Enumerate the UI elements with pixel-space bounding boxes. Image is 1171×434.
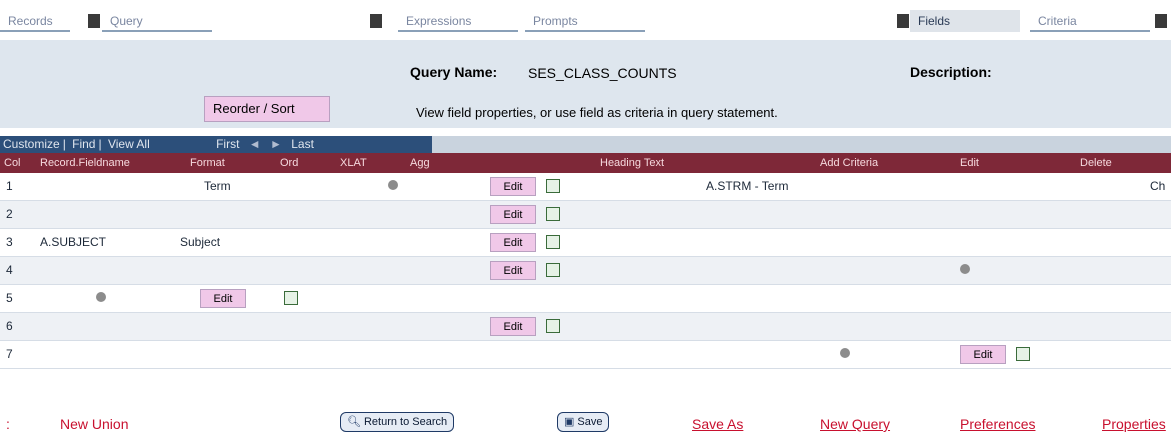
- column-header[interactable]: Edit: [960, 153, 1020, 173]
- query-name-label: Query Name:: [410, 64, 498, 80]
- description-label: Description:: [910, 64, 992, 80]
- tab-separator-icon: [897, 14, 909, 28]
- column-header[interactable]: Add Criteria: [820, 153, 920, 173]
- table-row: 7 Edit: [0, 341, 1171, 369]
- new-query-link[interactable]: New Query: [820, 416, 890, 432]
- footer-separator: :: [6, 416, 10, 432]
- floppy-disk-icon: ▣: [564, 416, 575, 428]
- tab-label: Prompts: [533, 14, 578, 28]
- pin-icon[interactable]: [96, 292, 106, 302]
- tab-separator-icon: [370, 14, 382, 28]
- pin-icon[interactable]: [840, 348, 850, 358]
- edit-button[interactable]: Edit: [490, 177, 536, 196]
- save-label: Save: [577, 416, 603, 428]
- table-row: 3 A.SUBJECT Subject Edit: [0, 229, 1171, 257]
- field-name: Term: [204, 179, 231, 193]
- table-row: 6 Edit: [0, 313, 1171, 341]
- heading-type: Ch: [1150, 179, 1166, 193]
- tab-criteria[interactable]: Criteria: [1030, 10, 1150, 32]
- col-number: 7: [6, 347, 13, 361]
- criteria-checkbox[interactable]: [546, 235, 560, 249]
- tab-expressions[interactable]: Expressions: [398, 10, 518, 32]
- save-as-link[interactable]: Save As: [692, 416, 743, 432]
- tab-label: Expressions: [406, 14, 472, 28]
- criteria-checkbox[interactable]: [546, 263, 560, 277]
- first-arrow-icon[interactable]: ◄: [249, 137, 261, 151]
- grid-header-row: Col Record.Fieldname Format Ord XLAT Agg…: [0, 153, 1171, 173]
- tab-query[interactable]: Query: [102, 10, 212, 32]
- tab-fields[interactable]: Fields: [910, 10, 1020, 32]
- criteria-checkbox[interactable]: [546, 207, 560, 221]
- criteria-checkbox[interactable]: [284, 291, 298, 305]
- table-row: 1 Term Edit A.STRM - Term Ch: [0, 173, 1171, 201]
- find-link[interactable]: Find: [72, 137, 95, 151]
- table-row: 2 Edit: [0, 201, 1171, 229]
- column-header[interactable]: Format: [190, 153, 270, 173]
- heading-text: Subject: [180, 235, 221, 249]
- table-row: 5 Edit: [0, 285, 1171, 313]
- last-link[interactable]: Last: [291, 137, 314, 151]
- edit-button[interactable]: Edit: [490, 261, 536, 280]
- instruction-text: View field properties, or use field as c…: [416, 105, 778, 120]
- query-header: Query Name: SES_CLASS_COUNTS Description…: [0, 40, 1171, 128]
- grid-nav-bar: Customize | Find | View All First ◄ ► Last: [0, 136, 432, 153]
- customize-link[interactable]: Customize: [3, 137, 60, 151]
- column-header[interactable]: Delete: [1080, 153, 1160, 173]
- pin-icon[interactable]: [388, 180, 398, 190]
- edit-button[interactable]: Edit: [490, 233, 536, 252]
- last-arrow-icon[interactable]: ►: [270, 137, 282, 151]
- return-to-search-button[interactable]: 🔍︎ Return to Search: [340, 412, 455, 432]
- col-number: 6: [6, 319, 13, 333]
- tab-records[interactable]: Records: [0, 10, 70, 32]
- grid-nav-bar-extension: [432, 136, 1171, 153]
- tab-label: Fields: [918, 14, 951, 28]
- col-number: 3: [6, 235, 13, 249]
- properties-link[interactable]: Properties: [1102, 416, 1166, 432]
- edit-button[interactable]: Edit: [490, 205, 536, 224]
- criteria-checkbox[interactable]: [1016, 347, 1030, 361]
- column-header[interactable]: XLAT: [340, 153, 400, 173]
- view-all-link[interactable]: View All: [108, 137, 150, 151]
- page-tab-strip: Records Query Expressions Prompts Fields…: [0, 0, 1171, 40]
- search-icon: 🔍︎: [347, 416, 361, 428]
- tab-label: Query: [110, 14, 143, 28]
- pin-icon[interactable]: [960, 264, 970, 274]
- column-header[interactable]: Ord: [280, 153, 330, 173]
- reorder-sort-button[interactable]: Reorder / Sort: [204, 96, 330, 122]
- table-row: 4 Edit: [0, 257, 1171, 285]
- tab-prompts[interactable]: Prompts: [525, 10, 645, 32]
- edit-button[interactable]: Edit: [960, 345, 1006, 364]
- tab-label: Criteria: [1038, 14, 1077, 28]
- first-link[interactable]: First: [216, 137, 239, 151]
- col-number: 4: [6, 263, 13, 277]
- edit-button[interactable]: Edit: [200, 289, 246, 308]
- preferences-link[interactable]: Preferences: [960, 416, 1035, 432]
- column-header[interactable]: Heading Text: [600, 153, 800, 173]
- tab-separator-icon: [1155, 14, 1167, 28]
- column-header[interactable]: Agg: [410, 153, 470, 173]
- query-name-value: SES_CLASS_COUNTS: [528, 65, 677, 81]
- page-footer-actions: : New Union 🔍︎ Return to Search ▣ Save Sav…: [0, 412, 1171, 434]
- new-union-link[interactable]: New Union: [60, 416, 128, 432]
- save-button[interactable]: ▣ Save: [557, 412, 610, 432]
- tab-separator-icon: [88, 14, 100, 28]
- field-name: A.SUBJECT: [40, 235, 107, 249]
- col-number: 2: [6, 207, 13, 221]
- column-header[interactable]: Col: [4, 153, 34, 173]
- col-number: 5: [6, 291, 13, 305]
- column-header[interactable]: Record.Fieldname: [40, 153, 180, 173]
- col-number: 1: [6, 179, 13, 193]
- criteria-checkbox[interactable]: [546, 319, 560, 333]
- edit-button[interactable]: Edit: [490, 317, 536, 336]
- criteria-checkbox[interactable]: [546, 179, 560, 193]
- heading-text: A.STRM - Term: [706, 179, 789, 193]
- return-to-search-label: Return to Search: [363, 416, 448, 428]
- tab-label: Records: [8, 14, 53, 28]
